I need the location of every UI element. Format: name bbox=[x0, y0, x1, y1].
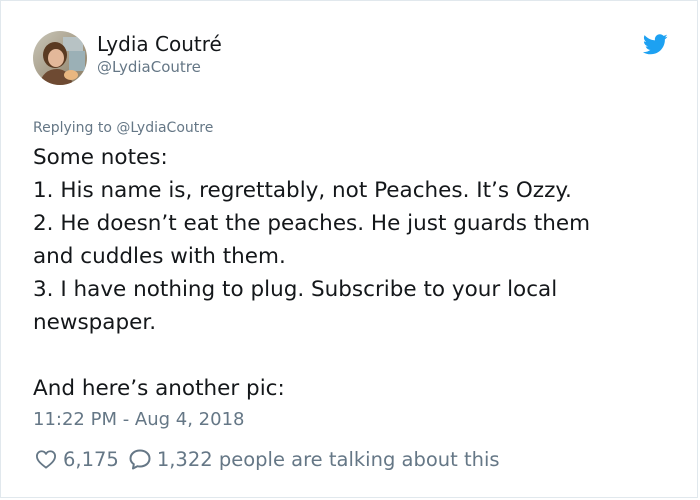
avatar-photo bbox=[33, 31, 87, 85]
tweet-line: 3. I have nothing to plug. Subscribe to … bbox=[33, 277, 558, 302]
replying-to-line: Replying to @LydiaCoutre bbox=[33, 120, 213, 136]
tweet-timestamp[interactable]: 11:22 PM - Aug 4, 2018 bbox=[33, 409, 245, 430]
heart-icon[interactable] bbox=[35, 449, 57, 469]
tweet-stats: 6,175 1,322 people are talking about thi… bbox=[35, 445, 500, 473]
tweet-line: and cuddles with them. bbox=[33, 244, 286, 269]
tweet-text: Some notes: 1. His name is, regrettably,… bbox=[33, 141, 673, 405]
author-name[interactable]: Lydia Coutré bbox=[97, 32, 222, 56]
like-count: 6,175 bbox=[63, 447, 119, 471]
tweet-closing-line: And here’s another pic: bbox=[33, 376, 285, 401]
comment-icon[interactable] bbox=[128, 448, 152, 470]
replying-to-handle[interactable]: @LydiaCoutre bbox=[116, 120, 213, 136]
tweet-line: newspaper. bbox=[33, 310, 157, 335]
like-stat[interactable]: 6,175 bbox=[35, 448, 119, 471]
author-handle[interactable]: @LydiaCoutre bbox=[97, 58, 201, 76]
twitter-bird-icon[interactable] bbox=[643, 34, 668, 55]
tweet-line: 2. He doesn’t eat the peaches. He just g… bbox=[33, 211, 591, 236]
replying-to-prefix: Replying to bbox=[33, 120, 112, 136]
tweet-card: Lydia Coutré @LydiaCoutre Replying to @L… bbox=[0, 0, 698, 498]
avatar[interactable] bbox=[33, 31, 87, 85]
talking-about-text: 1,322 people are talking about this bbox=[156, 447, 500, 471]
tweet-line: 1. His name is, regrettably, not Peaches… bbox=[33, 178, 572, 203]
tweet-line: Some notes: bbox=[33, 145, 168, 170]
comment-stat[interactable]: 1,322 people are talking about this bbox=[119, 448, 500, 471]
